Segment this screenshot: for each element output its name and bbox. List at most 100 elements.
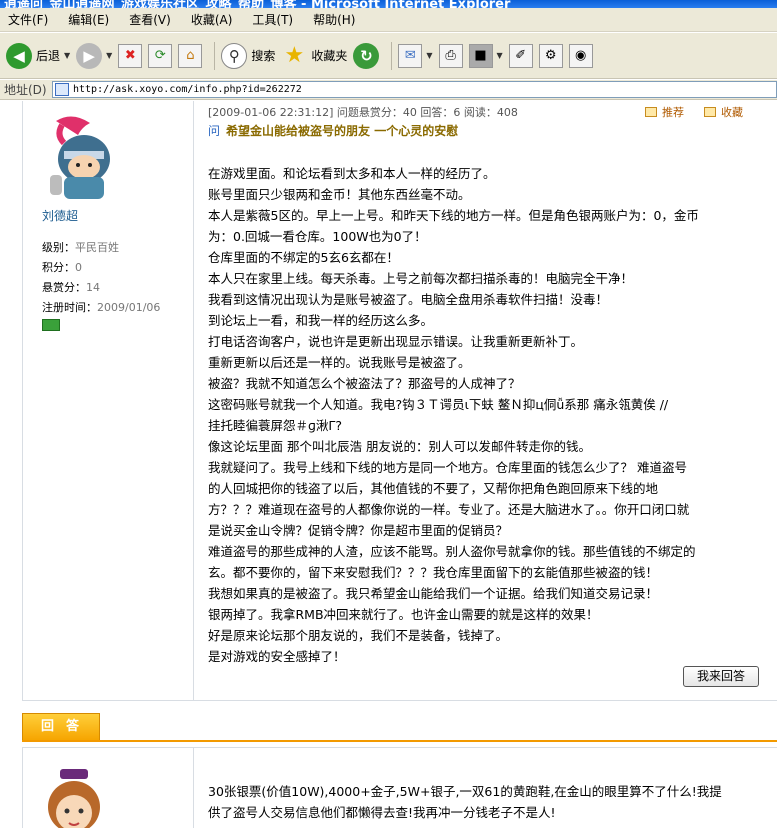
recommend-link[interactable]: 推荐 xyxy=(662,104,684,120)
print-icon: ⎙ xyxy=(438,43,463,68)
stop-icon: ✖ xyxy=(118,43,143,68)
question-meta: [2009-01-06 22:31:12] 问题悬赏分：40 回答：6 阅读：4… xyxy=(208,106,518,119)
body-line: 供了盗号人交易信息他们都懒得去查!我再冲一分钱老子不是人! xyxy=(208,805,556,820)
toolbar: ◀ 后退 ▼ ▶ ▼ ✖ ⟳ ⌂ ⚲ 搜索 ★ 收藏夹 ↻ ✉ ▼ ⎙ ■ ▼ … xyxy=(0,33,777,79)
body-line: 难道盗号的那些成神的人渣，应该不能骂。别人盗你号就拿你的钱。那些值钱的不绑定的 xyxy=(208,544,696,559)
mail-button[interactable]: ✉ ▼ xyxy=(398,39,433,73)
answers-tab: 回答 xyxy=(22,713,100,741)
history-button[interactable]: ↻ xyxy=(353,39,380,73)
address-label: 地址(D) xyxy=(4,83,47,97)
messenger-icon: ◉ xyxy=(568,43,593,68)
search-button[interactable]: ⚲ 搜索 xyxy=(221,39,275,73)
address-url: http://ask.xoyo.com/info.php?id=262272 xyxy=(73,84,302,95)
star-icon: ★ xyxy=(284,43,305,68)
avatar xyxy=(48,769,100,828)
refresh-button[interactable]: ⟳ xyxy=(148,39,173,73)
forward-arrow-icon: ▶ xyxy=(76,42,103,69)
home-button[interactable]: ⌂ xyxy=(178,39,203,73)
menu-help[interactable]: 帮助(H) xyxy=(313,11,355,28)
collect-icon xyxy=(704,107,716,117)
reply-button[interactable]: 我来回答 xyxy=(683,666,759,687)
back-label: 后退 xyxy=(36,49,61,63)
body-line: 本人是紫薇5区的。早上一上号。和昨天下线的地方一样。但是角色银两账户为：0，金币 xyxy=(208,208,699,223)
menu-view[interactable]: 查看(V) xyxy=(129,11,171,28)
messenger-button[interactable]: ◉ xyxy=(568,39,593,73)
menu-tools[interactable]: 工具(T) xyxy=(252,11,293,28)
menu-file[interactable]: 文件(F) xyxy=(8,11,48,28)
collect-link[interactable]: 收藏 xyxy=(721,104,743,120)
body-line: 本人只在家里上线。每天杀毒。上号之前每次都扫描杀毒的！电脑完全干净！ xyxy=(208,271,634,286)
refresh-icon: ⟳ xyxy=(148,43,173,68)
author-name[interactable]: 刘德超 xyxy=(42,207,78,224)
body-line: 的人回城把你的钱盗了以后，其他值钱的不要了，又帮你把角色跑回原来下线的地 xyxy=(208,481,659,496)
recommend-icon xyxy=(645,107,657,117)
question-actions: 推荐 收藏 xyxy=(645,104,743,120)
favorites-button[interactable]: ★ 收藏夹 xyxy=(281,39,347,73)
chevron-down-icon: ▼ xyxy=(106,51,113,60)
body-line: 银两掉了。我拿RMB冲回来就行了。也许金山需要的就是这样的效果！ xyxy=(208,607,599,622)
author-points: 积分：0 xyxy=(42,261,82,274)
question-author-panel: 刘德超 级别：平民百姓 积分：0 悬赏分：14 注册时间：2009/01/06 xyxy=(22,101,194,701)
edit-button[interactable]: ■ ▼ xyxy=(468,39,503,73)
body-line: 账号里面只少银两和金币！其他东西丝毫不动。 xyxy=(208,187,471,202)
chevron-down-icon: ▼ xyxy=(496,51,503,60)
body-line: 是说买金山令牌？促销令牌？你是超市里面的促销员？ xyxy=(208,523,509,538)
chevron-down-icon: ▼ xyxy=(64,51,71,60)
author-bounty: 悬赏分：14 xyxy=(42,281,100,294)
mail-icon[interactable] xyxy=(42,319,60,331)
menu-favorites[interactable]: 收藏(A) xyxy=(191,11,233,28)
body-line: 重新更新以后还是一样的。说我账号是被盗了。 xyxy=(208,355,471,370)
body-line: 仓库里面的不绑定的5玄6玄都在！ xyxy=(208,250,399,265)
address-bar: 地址(D) http://ask.xoyo.com/info.php?id=26… xyxy=(0,80,777,100)
favorites-label: 收藏夹 xyxy=(311,49,348,63)
question-body: 在游戏里面。和论坛看到太多和本人一样的经历了。 账号里面只少银两和金币！其他东西… xyxy=(208,163,760,667)
address-input[interactable]: http://ask.xoyo.com/info.php?id=262272 xyxy=(52,81,777,98)
window-title-bar: 逍遥问_金山逍遥网_游戏娱乐社区_攻略_帮助_博客 - Microsoft In… xyxy=(0,0,777,8)
body-line: 我看到这情况出现认为是账号被盗了。电脑全盘用杀毒软件扫描！没毒！ xyxy=(208,292,609,307)
home-icon: ⌂ xyxy=(178,43,203,68)
question-title-text: 希望金山能给被盗号的朋友 一个心灵的安慰 xyxy=(226,124,459,138)
body-line: 打电话咨询客户，说也许是更新出现显示错误。让我重新更新补丁。 xyxy=(208,334,584,349)
body-line: 这密码账号就我一个人知道。我电?钩３Ｔ谔员ι下蚨 鳌Ｎ抑ц侗ǚ系那 痛永瓴黄俟 … xyxy=(208,397,669,412)
history-icon: ↻ xyxy=(353,42,380,69)
body-line: 方？？？难道现在盗号的人都像你说的一样。专业了。还是大脑进水了。。你开口闭口就 xyxy=(208,502,690,517)
question-title: 问希望金山能给被盗号的朋友 一个心灵的安慰 xyxy=(208,122,458,139)
research-icon: ⚙ xyxy=(538,43,563,68)
search-label: 搜索 xyxy=(251,49,276,63)
research-button[interactable]: ⚙ xyxy=(538,39,563,73)
page-content: 刘德超 级别：平民百姓 积分：0 悬赏分：14 注册时间：2009/01/06 … xyxy=(0,101,777,828)
edit-icon: ■ xyxy=(468,43,493,68)
discuss-button[interactable]: ✐ xyxy=(508,39,533,73)
body-line: 好是原来论坛那个朋友说的，我们不是装备，钱掉了。 xyxy=(208,628,509,643)
body-line: 我就疑问了。我号上线和下线的地方是同一个地方。仓库里面的钱怎么少了？ 难道盗号 xyxy=(208,460,687,475)
mail-icon: ✉ xyxy=(398,43,423,68)
toolbar-separator xyxy=(214,41,216,70)
page-icon xyxy=(55,83,69,96)
body-line: 像这论坛里面 那个叫北辰浩 朋友说的：别人可以发邮件转走你的钱。 xyxy=(208,439,591,454)
discuss-icon: ✐ xyxy=(508,43,533,68)
avatar xyxy=(50,116,110,199)
back-button[interactable]: ◀ 后退 ▼ xyxy=(6,39,70,73)
body-line: 玄。都不要你的，留下来安慰我们？？？我仓库里面留下的玄能值那些被盗的钱！ xyxy=(208,565,659,580)
window-title: 逍遥问_金山逍遥网_游戏娱乐社区_攻略_帮助_博客 - Microsoft In… xyxy=(4,0,511,8)
body-line: 30张银票(价值10W),4000+金子,5W+银子,一双61的黄跑鞋,在金山的… xyxy=(208,784,722,799)
body-line: 到论坛上一看，和我一样的经历这么多。 xyxy=(208,313,434,328)
print-button[interactable]: ⎙ xyxy=(438,39,463,73)
stop-button[interactable]: ✖ xyxy=(118,39,143,73)
author-reg-date: 注册时间：2009/01/06 xyxy=(42,301,161,314)
search-icon: ⚲ xyxy=(221,42,248,69)
menu-edit[interactable]: 编辑(E) xyxy=(68,11,109,28)
back-arrow-icon: ◀ xyxy=(6,42,32,69)
body-line: 在游戏里面。和论坛看到太多和本人一样的经历了。 xyxy=(208,166,496,181)
forward-button[interactable]: ▶ ▼ xyxy=(76,39,112,73)
author-level: 级别：平民百姓 xyxy=(42,241,119,254)
menu-bar: 文件(F) 编辑(E) 查看(V) 收藏(A) 工具(T) 帮助(H) xyxy=(0,8,777,32)
chevron-down-icon: ▼ xyxy=(426,51,433,60)
body-line: 被盗？我就不知道怎么个被盗法了？那盗号的人成神了？ xyxy=(208,376,521,391)
question-mark-label: 问 xyxy=(208,124,221,138)
body-line: 我想如果真的是被盗了。我只希望金山能给我们一个证据。给我们知道交易记录！ xyxy=(208,586,659,601)
answer-body: 30张银票(价值10W),4000+金子,5W+银子,一双61的黄跑鞋,在金山的… xyxy=(208,781,768,823)
body-line: 挂托睦徧蓑屏怨＃ɡ湫Γ? xyxy=(208,418,343,433)
answers-divider xyxy=(22,740,777,742)
body-line: 是对游戏的安全感掉了！ xyxy=(208,649,346,664)
